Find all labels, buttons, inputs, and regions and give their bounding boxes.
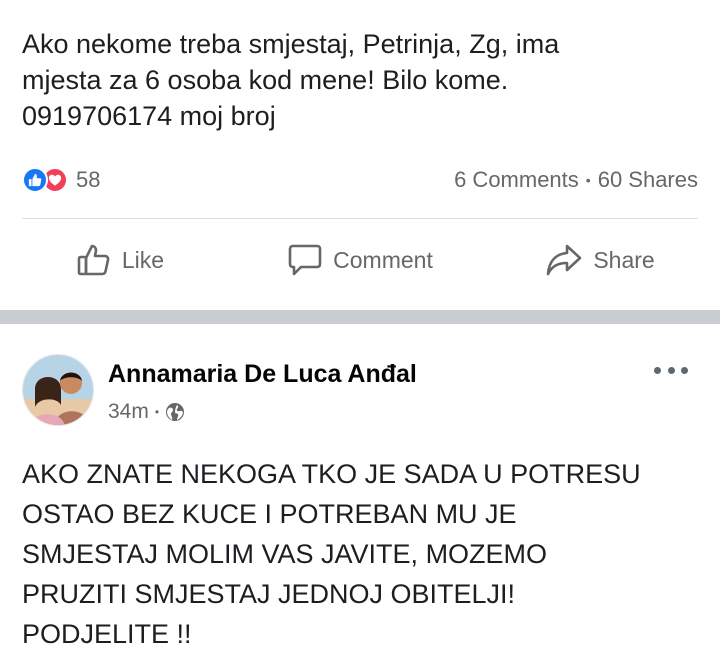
post-stats-bar: 58 6 Comments • 60 Shares bbox=[22, 164, 698, 196]
share-label: Share bbox=[593, 246, 655, 273]
post-card-1: Ako nekome treba smjestaj, Petrinja, Zg,… bbox=[0, 0, 720, 310]
comment-button[interactable]: Comment bbox=[240, 232, 480, 288]
post-text: Ako nekome treba smjestaj, Petrinja, Zg,… bbox=[22, 29, 560, 131]
dot-separator: • bbox=[154, 405, 160, 419]
avatar[interactable] bbox=[22, 354, 94, 426]
comment-bubble-icon bbox=[288, 244, 322, 276]
more-dot-icon bbox=[681, 366, 688, 374]
more-options-button[interactable] bbox=[654, 360, 688, 380]
reactions-count: 58 bbox=[76, 167, 101, 192]
post-action-bar: Like Comment Share bbox=[0, 232, 720, 288]
share-button[interactable]: Share bbox=[480, 232, 720, 288]
post-meta: 34m • bbox=[108, 400, 185, 424]
post-card-2: Annamaria De Luca Anđal 34m • AKO ZNATE … bbox=[0, 324, 720, 664]
feed-separator bbox=[0, 310, 720, 324]
comment-label: Comment bbox=[333, 246, 433, 273]
reactions-summary[interactable]: 58 bbox=[22, 167, 100, 193]
post-text: AKO ZNATE NEKOGA TKO JE SADA U POTRESU O… bbox=[22, 459, 641, 649]
reaction-icons bbox=[22, 167, 68, 193]
like-button[interactable]: Like bbox=[0, 232, 240, 288]
share-arrow-icon bbox=[547, 244, 582, 276]
dot-separator: • bbox=[585, 172, 591, 188]
post-timestamp[interactable]: 34m bbox=[108, 400, 149, 424]
more-dot-icon bbox=[654, 366, 661, 374]
thumbs-up-icon bbox=[77, 244, 110, 276]
like-label: Like bbox=[121, 246, 165, 273]
comments-count-link[interactable]: 6 Comments bbox=[454, 167, 579, 193]
engagement-counts: 6 Comments • 60 Shares bbox=[454, 167, 698, 193]
divider bbox=[22, 218, 698, 219]
globe-icon bbox=[166, 403, 185, 421]
like-reaction-icon bbox=[22, 167, 48, 193]
author-name[interactable]: Annamaria De Luca Anđal bbox=[108, 360, 417, 389]
shares-count-link[interactable]: 60 Shares bbox=[598, 167, 698, 193]
more-dot-icon bbox=[667, 366, 675, 374]
